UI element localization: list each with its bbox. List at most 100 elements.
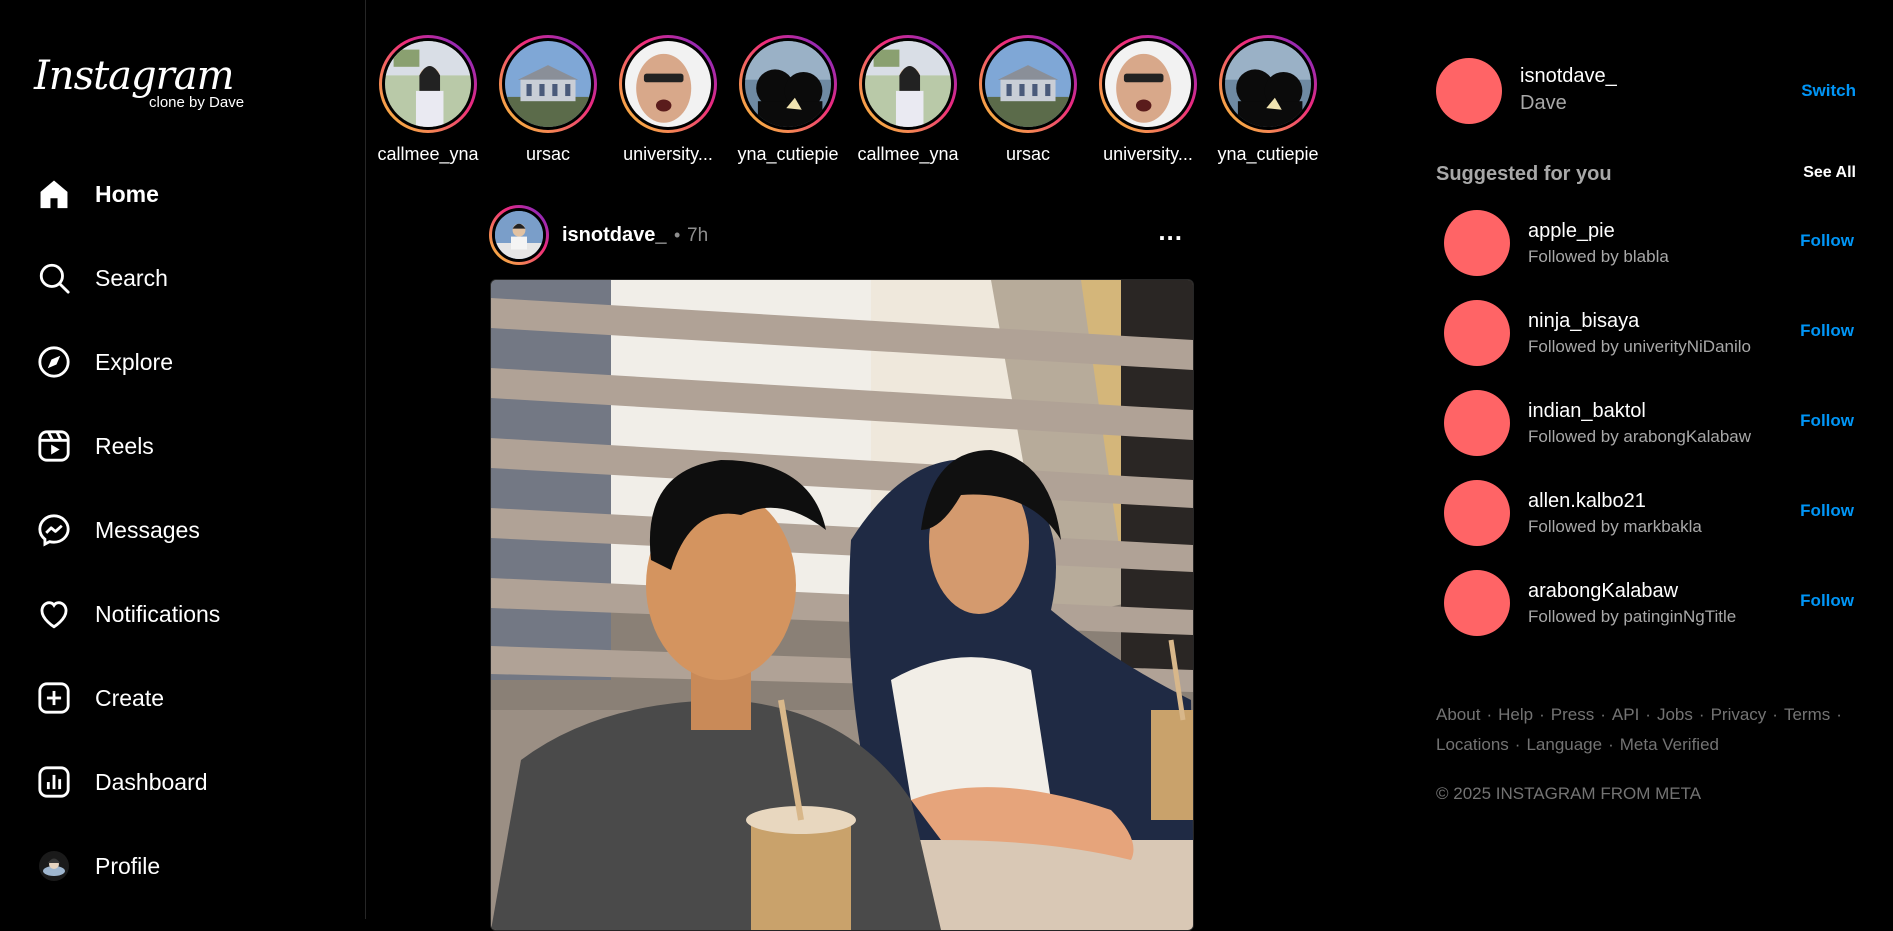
- story-username: ursac: [525, 144, 570, 164]
- suggestion-username[interactable]: allen.kalbo21: [1528, 490, 1646, 513]
- follow-button[interactable]: Follow: [1800, 231, 1854, 251]
- footer-separator: ·: [1608, 735, 1614, 754]
- story-item[interactable]: ursac: [486, 35, 610, 165]
- post-image[interactable]: [490, 279, 1194, 931]
- nav-label: Notifications: [95, 600, 221, 627]
- follow-button[interactable]: Follow: [1800, 501, 1854, 521]
- footer-separator: ·: [1539, 705, 1545, 724]
- suggestion-item: ninja_bisaya Followed by univerityNiDani…: [1444, 300, 1864, 370]
- suggestion-item: indian_baktol Followed by arabongKalabaw…: [1444, 390, 1864, 460]
- footer-link-press[interactable]: Press: [1551, 705, 1594, 724]
- suggestion-avatar[interactable]: [1444, 300, 1510, 366]
- nav-item-notifications[interactable]: Notifications: [36, 594, 336, 634]
- follow-button[interactable]: Follow: [1800, 591, 1854, 611]
- story-username: yna_cutiepie: [1217, 144, 1319, 164]
- footer-separator: ·: [1514, 735, 1521, 754]
- post-author-username[interactable]: isnotdave_: [562, 224, 666, 247]
- right-column: isnotdave_ Dave Switch Suggested for you…: [1436, 0, 1866, 919]
- story-item[interactable]: callmee_yna: [366, 35, 490, 165]
- suggestion-username[interactable]: apple_pie: [1528, 220, 1615, 243]
- home-icon: [36, 176, 72, 212]
- footer-link-help[interactable]: Help: [1498, 705, 1533, 724]
- suggestions-title: Suggested for you: [1436, 163, 1612, 185]
- story-avatar: [385, 41, 471, 127]
- story-avatar: [1105, 41, 1191, 127]
- nav-item-home[interactable]: Home: [36, 174, 336, 214]
- copyright: © 2025 INSTAGRAM FROM META: [1436, 784, 1702, 803]
- footer-separator: ·: [1698, 705, 1705, 724]
- suggestion-avatar[interactable]: [1444, 210, 1510, 276]
- suggestion-followed-by: Followed by univerityNiDanilo: [1528, 337, 1751, 356]
- search-icon: [36, 260, 72, 296]
- story-username: callmee_yna: [857, 144, 959, 164]
- suggestion-avatar[interactable]: [1444, 390, 1510, 456]
- nav-item-reels[interactable]: Reels: [36, 426, 336, 466]
- more-options-icon[interactable]: ...: [1158, 218, 1183, 244]
- story-username: university...: [1103, 144, 1193, 164]
- footer-link-locations[interactable]: Locations: [1436, 735, 1509, 754]
- follow-button[interactable]: Follow: [1800, 411, 1854, 431]
- messenger-icon: [36, 512, 72, 548]
- footer-link-terms[interactable]: Terms: [1784, 705, 1830, 724]
- nav-label: Messages: [95, 516, 200, 543]
- story-avatar: [1225, 41, 1311, 127]
- sidebar: Instagram clone by Dave Home Search Expl…: [0, 0, 366, 919]
- footer-link-language[interactable]: Language: [1526, 735, 1602, 754]
- nav-item-search[interactable]: Search: [36, 258, 336, 298]
- story-avatar: [985, 41, 1071, 127]
- story-item[interactable]: university...: [1086, 35, 1210, 165]
- heart-icon: [36, 596, 72, 632]
- suggestion-username[interactable]: indian_baktol: [1528, 400, 1646, 423]
- post-author-avatar[interactable]: [489, 205, 549, 265]
- story-item[interactable]: ursac: [966, 35, 1090, 165]
- nav-item-messages[interactable]: Messages: [36, 510, 336, 550]
- story-avatar: [505, 41, 591, 127]
- dashboard-icon: [36, 764, 72, 800]
- switch-account-button[interactable]: Switch: [1801, 81, 1856, 101]
- see-all-button[interactable]: See All: [1803, 164, 1856, 182]
- footer-link-jobs[interactable]: Jobs: [1657, 705, 1693, 724]
- suggestion-username[interactable]: ninja_bisaya: [1528, 310, 1639, 333]
- current-user-name: Dave: [1520, 92, 1567, 114]
- follow-button[interactable]: Follow: [1800, 321, 1854, 341]
- instagram-logo[interactable]: Instagram clone by Dave: [34, 52, 264, 112]
- nav-item-create[interactable]: Create: [36, 678, 336, 718]
- footer-link-about[interactable]: About: [1436, 705, 1480, 724]
- suggestion-avatar[interactable]: [1444, 480, 1510, 546]
- nav-item-explore[interactable]: Explore: [36, 342, 336, 382]
- footer-link-meta-verified[interactable]: Meta Verified: [1620, 735, 1719, 754]
- nav-label: Reels: [95, 432, 154, 459]
- story-item[interactable]: yna_cutiepie: [1206, 35, 1330, 165]
- post-timestamp: 7h: [687, 225, 709, 246]
- footer-link-api[interactable]: API: [1612, 705, 1639, 724]
- story-username: yna_cutiepie: [737, 144, 839, 164]
- footer-separator: ·: [1836, 705, 1842, 724]
- nav-label: Create: [95, 684, 165, 711]
- story-username: university...: [623, 144, 713, 164]
- story-item[interactable]: university...: [606, 35, 730, 165]
- story-avatar: [865, 41, 951, 127]
- story-item[interactable]: callmee_yna: [846, 35, 970, 165]
- footer-link-privacy[interactable]: Privacy: [1711, 705, 1767, 724]
- suggestion-username[interactable]: arabongKalabaw: [1528, 580, 1678, 603]
- nav-label: Profile: [95, 852, 161, 879]
- compass-icon: [36, 344, 72, 380]
- post-separator: •: [674, 225, 681, 245]
- post-header: isnotdave_ • 7h ...: [489, 203, 1195, 265]
- footer-separator: ·: [1772, 705, 1778, 724]
- nav-label: Dashboard: [95, 768, 208, 795]
- story-item[interactable]: yna_cutiepie: [726, 35, 850, 165]
- story-avatar: [625, 41, 711, 127]
- nav-label: Home: [95, 180, 159, 207]
- suggestion-item: arabongKalabaw Followed by patinginNgTit…: [1444, 570, 1864, 640]
- reels-icon: [36, 428, 72, 464]
- suggestion-avatar[interactable]: [1444, 570, 1510, 636]
- current-user-username[interactable]: isnotdave_: [1520, 65, 1617, 88]
- current-user-avatar[interactable]: [1436, 58, 1502, 124]
- logo-wordmark: Instagram: [34, 53, 235, 99]
- footer-separator: ·: [1600, 705, 1606, 724]
- nav-item-profile[interactable]: Profile: [36, 846, 336, 886]
- nav-item-dashboard[interactable]: Dashboard: [36, 762, 336, 802]
- footer-separator: ·: [1645, 705, 1651, 724]
- profile-avatar: [36, 848, 72, 884]
